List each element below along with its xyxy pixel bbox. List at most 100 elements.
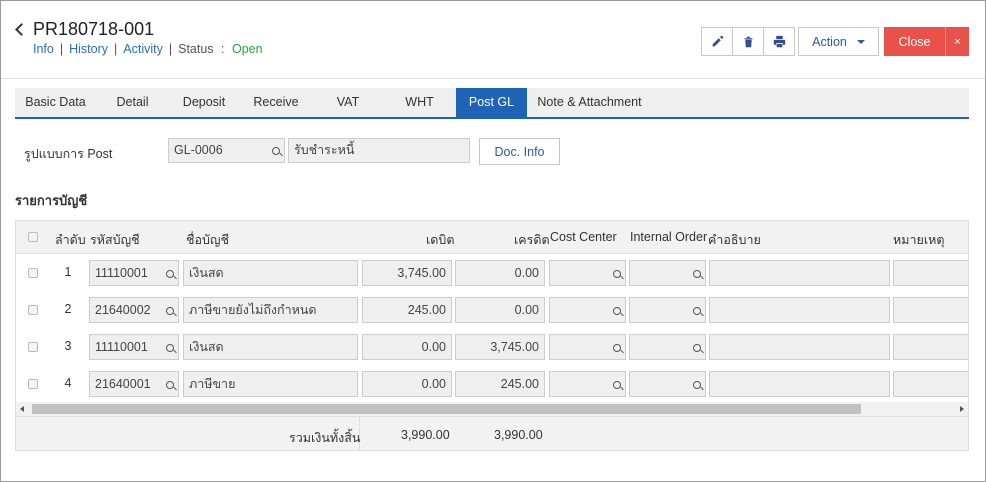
delete-button[interactable] xyxy=(732,27,764,56)
total-label: รวมเงินทั้งสิ้น xyxy=(289,431,361,445)
search-icon[interactable] xyxy=(613,270,623,280)
page-title: PR180718-001 xyxy=(33,19,155,39)
cost-center-input[interactable] xyxy=(549,371,626,397)
col-no: ลำดับ xyxy=(55,233,86,247)
post-format-label: รูปแบบการ Post xyxy=(24,147,113,161)
remark-input[interactable] xyxy=(893,297,968,323)
search-icon[interactable] xyxy=(693,307,703,317)
col-account-code: รหัสบัญชี xyxy=(90,233,140,247)
pencil-icon xyxy=(712,35,723,47)
description-input[interactable] xyxy=(709,334,890,360)
row-checkbox[interactable] xyxy=(28,268,38,278)
history-link[interactable]: History xyxy=(69,42,108,56)
tab-detail[interactable]: Detail xyxy=(96,88,169,117)
tab-receive[interactable]: Receive xyxy=(239,88,313,117)
search-icon[interactable] xyxy=(693,270,703,280)
close-x-icon[interactable]: × xyxy=(945,27,969,56)
account-code-input[interactable]: 21640002 xyxy=(89,297,179,323)
remark-input[interactable] xyxy=(893,334,968,360)
credit-input[interactable]: 245.00 xyxy=(455,371,545,397)
cost-center-input[interactable] xyxy=(549,260,626,286)
edit-button[interactable] xyxy=(701,27,733,56)
search-icon[interactable] xyxy=(693,344,703,354)
account-name-cell: ภาษีขาย xyxy=(183,371,358,397)
search-icon[interactable] xyxy=(613,307,623,317)
search-icon[interactable] xyxy=(693,381,703,391)
debit-input[interactable]: 245.00 xyxy=(362,297,452,323)
debit-input[interactable]: 3,745.00 xyxy=(362,260,452,286)
row-checkbox[interactable] xyxy=(28,305,38,315)
activity-link[interactable]: Activity xyxy=(123,42,163,56)
search-icon[interactable] xyxy=(166,381,176,391)
gl-entry-grid: ลำดับ รหัสบัญชี ชื่อบัญชี เดบิต เครดิต C… xyxy=(15,220,969,451)
back-chevron-icon[interactable] xyxy=(13,20,27,38)
print-button[interactable] xyxy=(763,27,795,56)
horizontal-scrollbar[interactable] xyxy=(16,402,968,416)
description-input[interactable] xyxy=(709,297,890,323)
printer-icon xyxy=(773,35,785,48)
table-row: 1 11110001 เงินสด 3,745.00 0.00 xyxy=(16,255,968,292)
search-icon[interactable] xyxy=(166,307,176,317)
row-checkbox[interactable] xyxy=(28,379,38,389)
col-internal-order: Internal Order xyxy=(630,230,708,244)
select-all-checkbox[interactable] xyxy=(28,232,38,242)
internal-order-input[interactable] xyxy=(629,371,706,397)
section-title: รายการบัญชี xyxy=(15,193,88,208)
tab-bar: Basic Data Detail Deposit Receive VAT WH… xyxy=(15,88,969,119)
search-icon[interactable] xyxy=(272,147,282,157)
tab-post-gl[interactable]: Post GL xyxy=(456,88,527,117)
cost-center-input[interactable] xyxy=(549,334,626,360)
debit-total: 3,990.00 xyxy=(401,428,450,442)
col-account-name: ชื่อบัญชี xyxy=(186,233,230,247)
document-subnav: Info | History | Activity | Status : Open xyxy=(33,42,263,56)
debit-input[interactable]: 0.00 xyxy=(362,334,452,360)
scroll-left-arrow-icon[interactable] xyxy=(20,406,24,412)
cost-center-input[interactable] xyxy=(549,297,626,323)
trash-icon xyxy=(743,36,753,48)
tab-basic-data[interactable]: Basic Data xyxy=(15,88,96,117)
tab-note-attachment[interactable]: Note & Attachment xyxy=(527,88,652,117)
status-label: Status xyxy=(178,42,214,56)
post-format-name-field: รับชำระหนี้ xyxy=(288,138,470,163)
tab-vat[interactable]: VAT xyxy=(313,88,383,117)
remark-input[interactable] xyxy=(893,371,968,397)
caret-down-icon xyxy=(856,39,865,44)
search-icon[interactable] xyxy=(166,344,176,354)
description-input[interactable] xyxy=(709,371,890,397)
description-input[interactable] xyxy=(709,260,890,286)
tab-deposit[interactable]: Deposit xyxy=(169,88,239,117)
scrollbar-thumb[interactable] xyxy=(32,404,861,414)
row-checkbox[interactable] xyxy=(28,342,38,352)
account-name-cell: เงินสด xyxy=(183,334,358,360)
status-badge: Open xyxy=(232,42,263,56)
debit-input[interactable]: 0.00 xyxy=(362,371,452,397)
account-code-input[interactable]: 11110001 xyxy=(89,334,179,360)
internal-order-input[interactable] xyxy=(629,297,706,323)
account-code-input[interactable]: 21640001 xyxy=(89,371,179,397)
info-link[interactable]: Info xyxy=(33,42,54,56)
account-name-cell: ภาษีขายยังไม่ถึงกำหนด xyxy=(183,297,358,323)
document-window: PR180718-001 Info | History | Activity | Statu… xyxy=(0,0,986,482)
search-icon[interactable] xyxy=(166,270,176,280)
close-button[interactable]: Close xyxy=(884,27,945,56)
doc-info-button[interactable]: Doc. Info xyxy=(479,138,560,165)
col-credit: เครดิต xyxy=(514,233,550,247)
account-code-input[interactable]: 11110001 xyxy=(89,260,179,286)
scroll-right-arrow-icon[interactable] xyxy=(960,406,964,412)
search-icon[interactable] xyxy=(613,381,623,391)
credit-total: 3,990.00 xyxy=(494,428,543,442)
action-dropdown-button[interactable]: Action xyxy=(798,27,879,56)
header-divider xyxy=(1,78,985,79)
credit-input[interactable]: 3,745.00 xyxy=(455,334,545,360)
col-remark: หมายเหตุ xyxy=(893,233,945,247)
post-format-code-field[interactable]: GL-0006 xyxy=(168,138,285,163)
search-icon[interactable] xyxy=(613,344,623,354)
internal-order-input[interactable] xyxy=(629,260,706,286)
internal-order-input[interactable] xyxy=(629,334,706,360)
credit-input[interactable]: 0.00 xyxy=(455,297,545,323)
remark-input[interactable] xyxy=(893,260,968,286)
grid-header: ลำดับ รหัสบัญชี ชื่อบัญชี เดบิต เครดิต C… xyxy=(16,221,968,254)
col-cost-center: Cost Center xyxy=(550,230,617,244)
tab-wht[interactable]: WHT xyxy=(383,88,456,117)
credit-input[interactable]: 0.00 xyxy=(455,260,545,286)
